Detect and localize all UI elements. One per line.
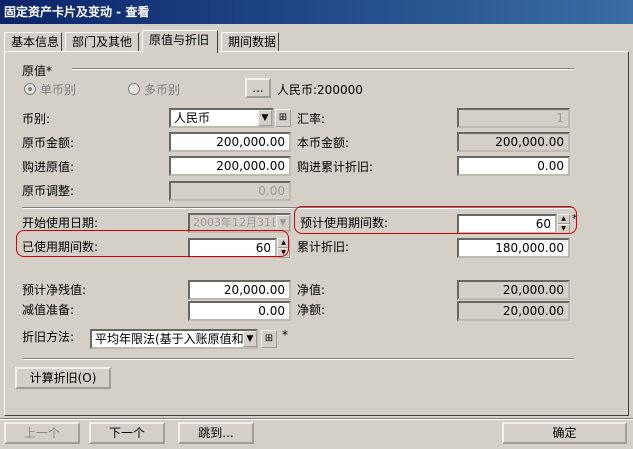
tab-period-data[interactable]: 期间数据 (221, 32, 279, 52)
currency-detail-button[interactable]: ... (245, 78, 271, 98)
lookup-icon[interactable]: ⊞ (275, 109, 291, 127)
currency-label: 币别: (22, 112, 51, 126)
original-value-label: 原值* (22, 64, 53, 78)
chevron-down-icon[interactable]: ▼ (258, 110, 272, 126)
net-value-label: 净值: (297, 283, 326, 297)
section-separator (72, 68, 574, 70)
purchase-dep-label: 购进累计折旧: (297, 160, 374, 174)
window-title: 固定资产卡片及变动 - 查看 (0, 0, 633, 24)
exchange-rate-label: 汇率: (297, 112, 326, 126)
accum-dep-field[interactable]: 180,000.00 (457, 238, 570, 258)
exchange-rate-field[interactable]: 1 (457, 108, 570, 128)
local-amount-label: 本币金额: (297, 136, 350, 150)
net-amount-field[interactable]: 20,000.00 (457, 301, 570, 321)
tab-department-other[interactable]: 部门及其他 (65, 32, 139, 52)
tab-value-depreciation[interactable]: 原值与折旧 (142, 30, 218, 53)
dep-method-label: 折旧方法: (22, 330, 75, 344)
bottom-separator (0, 418, 633, 420)
orig-adjust-field[interactable]: 0.00 (169, 181, 291, 201)
annotation-used-periods (16, 230, 289, 257)
dep-method-select[interactable]: 平均年限法(基于入账原值和 (90, 329, 258, 349)
ok-button[interactable]: 确定 (502, 422, 627, 444)
orig-adjust-label: 原币调整: (22, 184, 75, 198)
prev-button[interactable]: 上一个 (4, 422, 80, 444)
section-separator-3 (22, 358, 574, 360)
multi-currency-radio[interactable] (128, 83, 140, 95)
residual-field[interactable]: 20,000.00 (188, 280, 291, 300)
currency-summary: 人民币:200000 (277, 83, 363, 97)
calc-depreciation-button[interactable]: 计算折旧(O) (15, 367, 111, 389)
tab-basic-info[interactable]: 基本信息 (4, 32, 62, 52)
net-value-field[interactable]: 20,000.00 (457, 280, 570, 300)
multi-currency-label: 多币别 (144, 83, 181, 97)
date-dropdown-icon[interactable]: ▼ (276, 215, 290, 231)
annotation-est-periods (294, 206, 577, 234)
impairment-field[interactable]: 0.00 (188, 301, 291, 321)
accum-dep-label: 累计折旧: (297, 240, 350, 254)
start-date-label: 开始使用日期: (22, 216, 99, 230)
required-mark: * (282, 328, 288, 342)
orig-amount-label: 原币金额: (22, 136, 75, 150)
local-amount-field[interactable]: 200,000.00 (457, 132, 570, 152)
currency-select-value: 人民币 (174, 111, 211, 125)
purchase-orig-field[interactable]: 200,000.00 (169, 156, 291, 176)
chevron-down-icon[interactable]: ▼ (243, 331, 257, 347)
single-currency-radio[interactable] (24, 83, 36, 95)
purchase-orig-label: 购进原值: (22, 160, 75, 174)
lookup-icon[interactable]: ⊞ (261, 330, 277, 348)
single-currency-label: 单币别 (40, 83, 77, 97)
impairment-label: 减值准备: (22, 303, 75, 317)
jump-button[interactable]: 跳到... (178, 422, 254, 444)
purchase-dep-field[interactable]: 0.00 (457, 156, 570, 176)
orig-amount-field[interactable]: 200,000.00 (169, 132, 291, 152)
residual-label: 预计净残值: (22, 283, 87, 297)
net-amount-label: 净额: (297, 303, 326, 317)
next-button[interactable]: 下一个 (89, 422, 165, 444)
dep-method-value: 平均年限法(基于入账原值和 (95, 332, 244, 346)
